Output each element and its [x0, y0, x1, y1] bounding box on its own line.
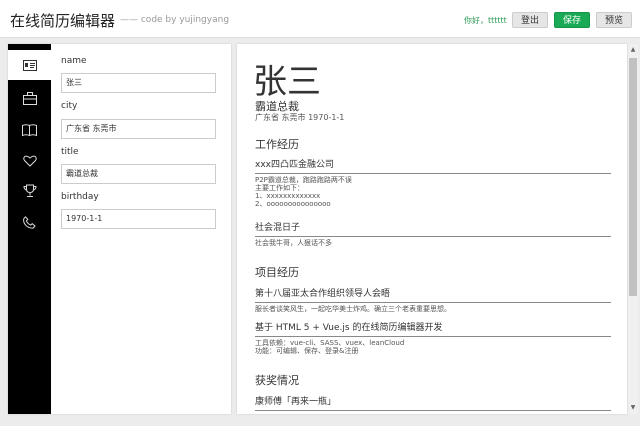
project-name-2: 基于 HTML 5 + Vue.js 的在线简历编辑器开发	[255, 320, 611, 337]
profile-tab[interactable]	[8, 50, 51, 80]
preview-button[interactable]: 预览	[596, 12, 632, 28]
name-field[interactable]: 张三	[61, 73, 216, 93]
work-company-2: 社会混日子	[255, 220, 611, 237]
name-label: name	[61, 56, 87, 66]
top-bar: 在线简历编辑器 —— code by yujingyang 你好，tttttt …	[0, 0, 640, 38]
project-desc-2-line-2: 功能：可编辑、保存、登录&注册	[255, 347, 359, 355]
scroll-thumb[interactable]	[629, 58, 637, 296]
preview-name: 张三	[253, 62, 321, 102]
briefcase-icon	[22, 90, 37, 109]
award-heading: 获奖情况	[255, 374, 299, 387]
work-company-1: xxx四凸匹金融公司	[255, 157, 611, 174]
phone-icon	[23, 214, 36, 233]
save-button[interactable]: 保存	[554, 12, 590, 28]
app-title: 在线简历编辑器	[10, 12, 116, 30]
city-field[interactable]: 广东省 东莞市	[61, 119, 216, 139]
work-desc-1-line-1: P2P霸道总裁，跑路跑路两不误	[255, 176, 352, 184]
project-name-1: 第十八届亚太合作组织领导人会晤	[255, 286, 611, 303]
trophy-icon	[22, 183, 37, 202]
scroll-down-arrow-icon[interactable]: ▼	[628, 402, 638, 414]
project-desc-1-line-1: 服长者谈笑风生，一起吃华美士炸鸡。确立三个老表重要思想。	[255, 305, 451, 313]
heart-icon	[22, 152, 37, 171]
work-desc-1-line-3: 1、xxxxxxxxxxxxx	[255, 192, 321, 200]
logout-button[interactable]: 登出	[512, 12, 548, 28]
birthday-label: birthday	[61, 192, 99, 202]
preview-scrollbar[interactable]: ▲ ▼	[628, 44, 638, 414]
work-desc-2-line-1: 社会我牛哥，人狠话不多	[255, 239, 332, 247]
project-desc-2-line-1: 工具依赖：vue-cli、SASS、vuex、leanCloud	[255, 339, 405, 347]
editor-panel: name 张三 city 广东省 东莞市 title 霸道总裁 birthday…	[8, 44, 231, 414]
awards-tab[interactable]	[8, 177, 51, 207]
work-desc-1-line-2: 主要工作如下：	[255, 184, 304, 192]
city-label: city	[61, 101, 78, 111]
title-field[interactable]: 霸道总裁	[61, 164, 216, 184]
book-icon	[22, 121, 37, 140]
user-greeting: 你好，tttttt	[464, 16, 507, 25]
scroll-up-arrow-icon[interactable]: ▲	[628, 44, 638, 56]
work-desc-1-line-4: 2、ooooooooooooooo	[255, 200, 331, 208]
id-card-icon	[22, 56, 37, 75]
preview-meta: 广东省 东莞市 1970-1-1	[255, 113, 345, 122]
work-tab[interactable]	[8, 84, 51, 114]
resume-preview: 张三 霸道总裁 广东省 东莞市 1970-1-1 工作经历 xxx四凸匹金融公司…	[237, 44, 627, 414]
title-label: title	[61, 147, 79, 157]
byline: —— code by yujingyang	[120, 15, 230, 25]
section-icon-bar	[8, 44, 51, 414]
education-tab[interactable]	[8, 115, 51, 145]
contact-tab[interactable]	[8, 208, 51, 238]
projects-tab[interactable]	[8, 146, 51, 176]
work-heading: 工作经历	[255, 138, 299, 151]
award-name-1: 康师傅「再来一瓶」	[255, 394, 611, 411]
project-heading: 项目经历	[255, 266, 299, 279]
birthday-field[interactable]: 1970-1-1	[61, 209, 216, 229]
